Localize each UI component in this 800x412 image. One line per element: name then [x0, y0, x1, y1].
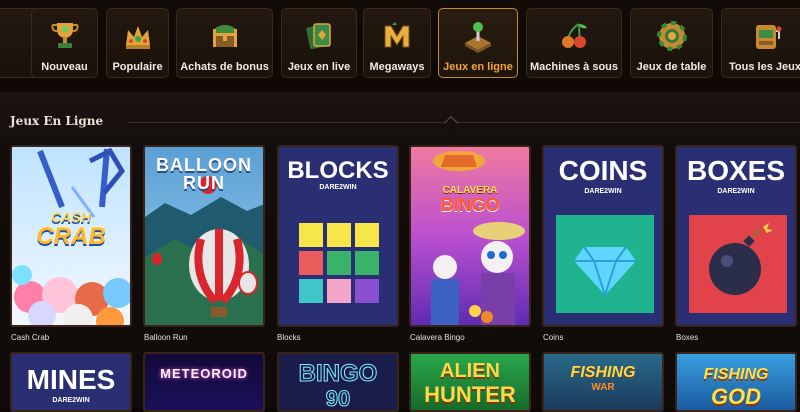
- game-tile-mines[interactable]: MINES DARE2WIN: [10, 352, 132, 412]
- game-name[interactable]: Blocks: [277, 333, 301, 342]
- category-label: Megaways: [369, 61, 425, 73]
- treasure-chest-icon: [212, 25, 237, 47]
- category-nouveau[interactable]: Nouveau: [31, 8, 98, 78]
- category-label: Populaire: [112, 61, 163, 73]
- game-art-subtitle: CRAB: [36, 223, 106, 250]
- game-tile-balloon-run[interactable]: BALLOON RUN: [143, 145, 265, 327]
- game-art-title: FISHING: [570, 364, 636, 381]
- section-divider: [128, 122, 800, 123]
- game-art-subtitle: RUN: [183, 173, 225, 193]
- category-jeux-de-table[interactable]: Jeux de table: [630, 8, 713, 78]
- category-tous-les-jeux[interactable]: Tous les Jeux: [721, 8, 800, 78]
- section-title: Jeux En Ligne: [10, 114, 104, 128]
- game-art-title: BINGO: [298, 360, 378, 388]
- game-art-subtitle: GOD: [710, 384, 762, 409]
- game-tile-boxes[interactable]: BOXES DARE2WIN: [675, 145, 797, 327]
- game-name[interactable]: Cash Crab: [11, 333, 49, 342]
- game-art-title: MINES: [26, 364, 116, 395]
- category-populaire[interactable]: Populaire: [106, 8, 169, 78]
- category-label: Jeux en ligne: [443, 61, 513, 73]
- game-art-subtitle: DARE2WIN: [717, 188, 755, 195]
- crown-icon: [125, 26, 150, 49]
- divider-notch: [443, 115, 459, 131]
- game-art-title: BLOCKS: [287, 157, 389, 184]
- category-label: Achats de bonus: [180, 61, 269, 73]
- game-art-title: METEOROID: [160, 366, 248, 381]
- game-art-subtitle: HUNTER: [424, 382, 516, 407]
- joystick-icon: [465, 22, 491, 53]
- category-label: Tous les Jeux: [729, 61, 800, 73]
- game-tile-fishing-war[interactable]: FISHING WAR: [542, 352, 664, 412]
- category-megaways[interactable]: Megaways: [363, 8, 431, 78]
- game-tile-cash-crab[interactable]: CASH CRAB: [10, 145, 132, 327]
- game-art-subtitle: BINGO: [440, 195, 500, 215]
- game-art-title: COINS: [558, 155, 648, 186]
- game-tile-bingo-90[interactable]: BINGO 90: [277, 352, 399, 412]
- calavera-bingo-artwork: [411, 147, 529, 325]
- game-tile-alien-hunter[interactable]: ALIEN HUNTER: [409, 352, 531, 412]
- game-tile-calavera-bingo[interactable]: CALAVERA BINGO: [409, 145, 531, 327]
- game-tile-blocks[interactable]: BLOCKS DARE2WIN: [277, 145, 399, 327]
- cherries-icon: [562, 23, 587, 48]
- category-jeux-en-live[interactable]: Jeux en live: [281, 8, 357, 78]
- category-row: Nouveau Populaire Achats de bonus Jeux e…: [0, 8, 800, 80]
- game-art-title: BOXES: [686, 155, 786, 186]
- category-bar: Nouveau Populaire Achats de bonus Jeux e…: [0, 0, 800, 92]
- category-jeux-en-ligne[interactable]: Jeux en ligne: [438, 8, 518, 78]
- game-name[interactable]: Coins: [543, 333, 563, 342]
- category-label: Jeux de table: [636, 61, 707, 73]
- game-art-title: ALIEN: [440, 360, 500, 382]
- megaways-m-icon: [384, 22, 410, 48]
- category-achats-de-bonus[interactable]: Achats de bonus: [176, 8, 273, 78]
- trophy-icon: [50, 23, 79, 48]
- game-tile-coins[interactable]: COINS DARE2WIN: [542, 145, 664, 327]
- slot-machine-icon: [756, 25, 782, 49]
- game-art-subtitle: WAR: [591, 382, 615, 393]
- game-tile-meteoroid[interactable]: METEOROID: [143, 352, 265, 412]
- game-tile-fishing-god[interactable]: FISHING GOD: [675, 352, 797, 412]
- category-label: Jeux en live: [287, 61, 351, 73]
- category-label: Machines à sous: [529, 61, 619, 73]
- live-cards-icon: [306, 23, 331, 50]
- category-machines-a-sous[interactable]: Machines à sous: [526, 8, 622, 78]
- game-art-subtitle: DARE2WIN: [584, 188, 622, 195]
- category-label: Nouveau: [41, 61, 88, 73]
- casino-chip-icon: [656, 21, 687, 51]
- game-name[interactable]: Balloon Run: [144, 333, 188, 342]
- game-art-subtitle: DARE2WIN: [319, 184, 357, 191]
- game-art-subtitle: DARE2WIN: [52, 397, 90, 404]
- game-name[interactable]: Calavera Bingo: [410, 333, 465, 342]
- game-art-title: FISHING: [703, 366, 769, 383]
- game-art-subtitle: 90: [325, 386, 351, 411]
- game-name[interactable]: Boxes: [676, 333, 698, 342]
